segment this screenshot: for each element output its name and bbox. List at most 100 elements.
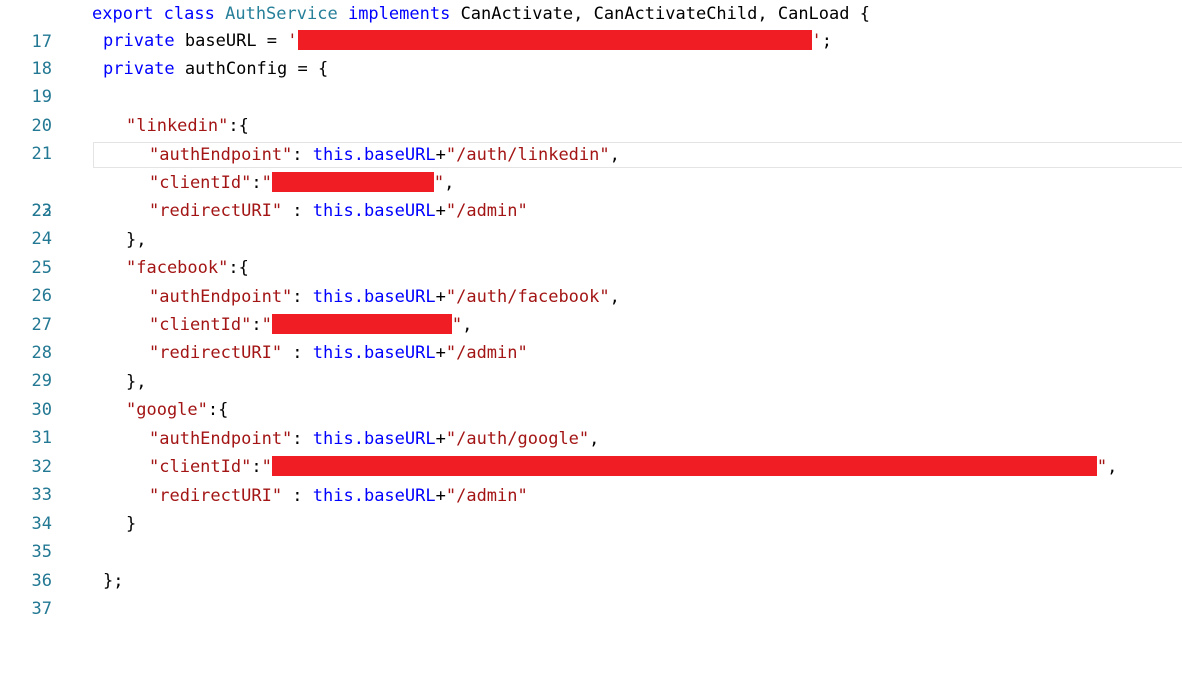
keyword-implements: implements: [347, 4, 451, 24]
object-open: :{: [207, 400, 229, 420]
code-text[interactable]: "google":{: [126, 396, 228, 424]
code-line-current: 22 "authEndpoint": this.baseURL+"/auth/l…: [0, 141, 1182, 221]
code-text[interactable]: "clientId":" ",: [149, 169, 454, 197]
class-name: AuthService: [225, 4, 338, 24]
authconfig-declaration: authConfig = {: [184, 59, 329, 79]
code-text[interactable]: "clientId":" ",: [149, 453, 1117, 481]
code-text[interactable]: "authEndpoint": this.baseURL+"/auth/goog…: [149, 425, 599, 453]
code-text[interactable]: "authEndpoint": this.baseURL+"/auth/link…: [149, 141, 620, 169]
auth-endpoint-key: "authEndpoint": [149, 287, 293, 307]
code-text[interactable]: },: [126, 226, 146, 254]
code-line: 30 },: [0, 368, 1182, 420]
redirect-uri-key: "redirectURI": [149, 201, 283, 221]
code-text[interactable]: "redirectURI" : this.baseURL+"/admin": [149, 197, 528, 225]
this-baseurl: this.baseURL: [312, 343, 436, 363]
code-text[interactable]: private authConfig = {: [103, 55, 328, 83]
colon: :: [292, 287, 313, 307]
keyword-class: class: [163, 4, 215, 24]
code-editor[interactable]: 17 export class AuthService implements C…: [0, 0, 1182, 619]
code-text[interactable]: private baseURL = ' ';: [103, 27, 832, 55]
code-line: 28 "clientId":" ",: [0, 311, 1182, 363]
google-key: "google": [126, 400, 208, 420]
this-baseurl: this.baseURL: [312, 201, 436, 221]
this-baseurl: this.baseURL: [312, 287, 436, 307]
admin-path: "/admin": [445, 486, 528, 506]
code-line: 33 "clientId":" ",: [0, 453, 1182, 505]
code-text[interactable]: "clientId":" ",: [149, 311, 472, 339]
redacted-base-url: [297, 29, 812, 50]
comma: ,: [609, 145, 620, 165]
code-line: 29 "redirectURI" : this.baseURL+"/admin": [0, 339, 1182, 391]
colon: :: [282, 486, 313, 506]
auth-endpoint-key: "authEndpoint": [149, 145, 293, 165]
line-number: 37: [31, 599, 52, 619]
string-quote: ": [261, 315, 272, 335]
close-brace: };: [103, 571, 124, 591]
plus: +: [435, 343, 446, 363]
keyword-private: private: [103, 31, 175, 51]
colon: :: [251, 173, 262, 193]
string-quote: ": [261, 457, 272, 477]
code-line: 34 "redirectURI" : this.baseURL+"/admin": [0, 482, 1182, 534]
close-brace: },: [126, 372, 147, 392]
close-brace: }: [126, 514, 137, 534]
colon: :: [251, 315, 262, 335]
code-text[interactable]: "redirectURI" : this.baseURL+"/admin": [149, 339, 528, 367]
code-text[interactable]: "authEndpoint": this.baseURL+"/auth/face…: [149, 283, 620, 311]
comma: ,: [589, 429, 600, 449]
code-line: 27 "authEndpoint": this.baseURL+"/auth/f…: [0, 283, 1182, 335]
code-line: 36: [0, 539, 1182, 591]
code-text[interactable]: "linkedin":{: [126, 112, 249, 140]
client-id-key: "clientId": [149, 315, 252, 335]
string-quote: ": [451, 315, 463, 335]
code-line: 23 "clientId":" ",: [0, 169, 1182, 221]
facebook-path: "/auth/facebook": [445, 287, 610, 307]
comma: ,: [462, 315, 473, 335]
code-line: 20: [0, 84, 1182, 136]
code-line: 17 export class AuthService implements C…: [0, 0, 1182, 52]
plus: +: [435, 201, 446, 221]
code-text[interactable]: }: [126, 510, 136, 538]
string-quote: ": [433, 173, 445, 193]
code-text[interactable]: "facebook":{: [126, 254, 249, 282]
admin-path: "/admin": [445, 201, 528, 221]
redacted-linkedin-client-id: [271, 171, 434, 192]
code-line: 37 };: [0, 567, 1182, 619]
code-line: 32 "authEndpoint": this.baseURL+"/auth/g…: [0, 425, 1182, 477]
colon: :: [251, 457, 262, 477]
object-open: :{: [228, 116, 249, 136]
interface-list: CanActivate, CanActivateChild, CanLoad {: [460, 4, 870, 24]
code-line: 18 private baseURL = ' ';: [0, 27, 1182, 79]
keyword-export: export: [92, 4, 154, 24]
plus: +: [435, 145, 446, 165]
code-text[interactable]: "redirectURI" : this.baseURL+"/admin": [149, 482, 528, 510]
comma: ,: [1107, 457, 1118, 477]
colon: :: [282, 343, 313, 363]
facebook-key: "facebook": [126, 258, 229, 278]
close-brace: },: [126, 230, 147, 250]
keyword-private: private: [103, 59, 175, 79]
code-line: 24 "redirectURI" : this.baseURL+"/admin": [0, 197, 1182, 249]
colon: :: [282, 201, 313, 221]
object-open: :{: [228, 258, 249, 278]
redirect-uri-key: "redirectURI": [149, 343, 283, 363]
code-line: 21 "linkedin":{: [0, 112, 1182, 164]
auth-endpoint-key: "authEndpoint": [149, 429, 293, 449]
code-line: 35 }: [0, 510, 1182, 562]
code-line: 26 "facebook":{: [0, 254, 1182, 306]
linkedin-path: "/auth/linkedin": [445, 145, 610, 165]
this-baseurl: this.baseURL: [312, 429, 436, 449]
colon: :: [292, 145, 313, 165]
comma: ,: [609, 287, 620, 307]
client-id-key: "clientId": [149, 173, 252, 193]
string-quote: ': [287, 31, 298, 51]
string-quote: ": [261, 173, 272, 193]
colon: :: [292, 429, 313, 449]
baseurl-declaration: baseURL =: [184, 31, 288, 51]
code-text[interactable]: export class AuthService implements CanA…: [92, 0, 870, 28]
code-line: 19 private authConfig = {: [0, 55, 1182, 107]
plus: +: [435, 486, 446, 506]
code-text[interactable]: },: [126, 368, 146, 396]
code-text[interactable]: };: [103, 567, 123, 595]
string-quote: ": [1096, 457, 1108, 477]
